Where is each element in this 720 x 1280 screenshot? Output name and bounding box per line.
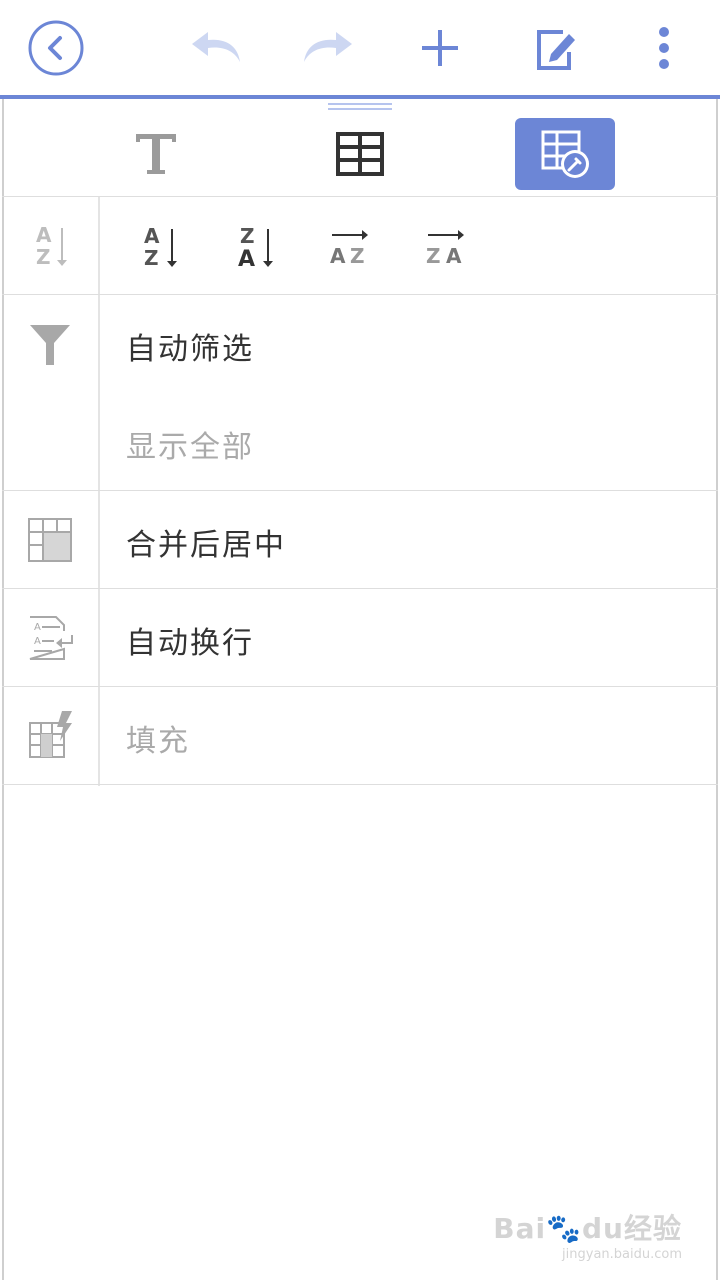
menu-fill[interactable]: 填充 <box>126 716 190 760</box>
more-button[interactable] <box>634 18 694 78</box>
divider <box>2 196 718 197</box>
divider <box>2 490 718 491</box>
menu-autofilter[interactable]: 自动筛选 <box>126 324 254 368</box>
top-toolbar <box>0 0 720 96</box>
sort-descending-button[interactable]: Z A <box>226 220 286 274</box>
more-icon <box>659 27 669 69</box>
svg-text:A: A <box>446 244 462 268</box>
text-wrap-icon: A A <box>29 616 73 660</box>
svg-text:Z: Z <box>36 245 51 269</box>
fill-lightning-icon <box>29 711 72 758</box>
sort-row-descending-button[interactable]: Z A <box>416 220 476 274</box>
redo-button[interactable] <box>298 18 358 78</box>
edit-icon <box>537 30 575 70</box>
icon-column-divider <box>98 197 100 786</box>
merge-cells-icon <box>28 518 72 562</box>
undo-button[interactable] <box>186 18 246 78</box>
redo-icon <box>304 32 352 62</box>
panel-tabs <box>0 113 720 197</box>
sort-ascending-button[interactable]: A Z <box>130 220 190 274</box>
divider <box>2 784 718 785</box>
svg-text:A: A <box>36 223 52 247</box>
menu-merge-center[interactable]: 合并后居中 <box>126 520 286 564</box>
sort-horizontal-za-icon: Z A <box>426 230 464 268</box>
menu-show-all[interactable]: 显示全部 <box>126 422 254 466</box>
svg-text:Z: Z <box>350 244 365 268</box>
sort-az-disabled-icon: A Z <box>36 223 67 269</box>
back-button[interactable] <box>26 18 86 78</box>
add-button[interactable] <box>410 18 470 78</box>
svg-text:A: A <box>144 224 160 248</box>
undo-icon <box>192 32 240 62</box>
add-icon <box>422 30 458 66</box>
sort-row-icon: A Z <box>24 220 76 272</box>
svg-text:Z: Z <box>144 246 159 270</box>
watermark-brand: Bai <box>493 1212 547 1245</box>
wrap-row-icon: A A <box>24 612 76 664</box>
merge-row-icon <box>24 514 76 566</box>
divider <box>2 588 718 589</box>
watermark-cn: 经验 <box>623 1212 682 1245</box>
svg-text:A: A <box>330 244 346 268</box>
svg-text:Z: Z <box>426 244 441 268</box>
table-tools-icon <box>541 130 589 178</box>
svg-text:A: A <box>34 622 41 633</box>
edit-button[interactable] <box>526 18 586 78</box>
tab-table[interactable] <box>310 118 410 190</box>
filter-funnel-icon <box>30 325 70 365</box>
drag-handle[interactable] <box>328 103 392 113</box>
baidu-watermark: Bai🐾du经验 jingyan.baidu.com <box>493 1207 682 1262</box>
sort-horizontal-az-icon: A Z <box>330 230 368 268</box>
table-icon <box>336 132 384 176</box>
tab-table-tools[interactable] <box>515 118 615 190</box>
sort-az-icon: A Z <box>144 224 177 270</box>
paw-icon: 🐾 <box>546 1212 582 1245</box>
svg-text:A: A <box>34 636 41 647</box>
divider <box>2 686 718 687</box>
sort-za-icon: Z A <box>238 224 273 271</box>
text-T-icon <box>136 134 176 174</box>
watermark-url: jingyan.baidu.com <box>562 1247 682 1262</box>
watermark-brand-2: du <box>582 1212 624 1245</box>
tab-text-format[interactable] <box>106 118 206 190</box>
sort-row-ascending-button[interactable]: A Z <box>320 220 380 274</box>
svg-text:A: A <box>238 247 255 271</box>
svg-text:Z: Z <box>240 224 255 248</box>
menu-auto-wrap[interactable]: 自动换行 <box>126 618 254 662</box>
fill-row-icon <box>24 708 76 760</box>
back-icon <box>28 20 84 76</box>
filter-row-icon <box>24 318 76 370</box>
bottom-panel <box>2 99 718 1280</box>
divider <box>2 294 718 295</box>
